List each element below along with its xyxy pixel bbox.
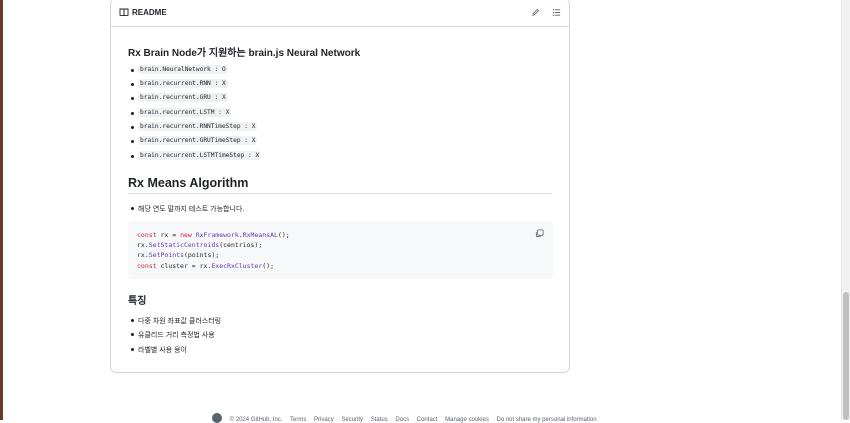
- bullet-dot: [131, 83, 134, 86]
- footer-link-privacy[interactable]: Privacy: [314, 417, 334, 423]
- section-heading-brain: Rx Brain Node가 지원하는 brain.js Neural Netw…: [128, 48, 361, 59]
- heading-divider: [128, 193, 552, 194]
- footer-link-docs[interactable]: Docs: [395, 417, 409, 423]
- list-item: 다중 차원 좌표값 클러스터링: [138, 318, 222, 325]
- list-item: brain.recurrent.GRU : X: [138, 93, 228, 102]
- section-heading-rx-means: Rx Means Algorithm: [128, 176, 249, 190]
- bullet-dot: [131, 155, 134, 158]
- github-logo-icon: [212, 413, 222, 423]
- list-item: 유클리드 거리 측정법 사용: [138, 332, 215, 339]
- list-item: 해당 연도 말까지 테스트 가능합니다.: [138, 206, 245, 213]
- list-item: 라벨별 사용 용이: [138, 347, 187, 354]
- bullet-dot: [131, 333, 134, 336]
- bullet-dot: [131, 348, 134, 351]
- footer-link-cookies[interactable]: Manage cookies: [445, 417, 489, 423]
- bullet-dot: [131, 140, 134, 143]
- page-footer: © 2024 GitHub, Inc. Terms Privacy Securi…: [212, 413, 603, 423]
- footer-link-do-not-share[interactable]: Do not share my personal information: [497, 417, 597, 423]
- bullet-dot: [131, 207, 134, 210]
- list-item: brain.recurrent.RNN : X: [138, 79, 228, 88]
- pencil-icon[interactable]: [531, 8, 540, 17]
- left-edge-strip: [0, 0, 3, 420]
- readme-title: README: [132, 8, 167, 17]
- scrollbar-thumb[interactable]: [843, 292, 849, 420]
- footer-link-terms[interactable]: Terms: [290, 417, 306, 423]
- readme-panel: README rune: 제공 노드가 존재하지 않을 때 값 리턴, 이국 존…: [110, 0, 570, 373]
- code-text: const rx = new RxFramework.RxMeansAL(); …: [137, 231, 290, 270]
- readme-header: README: [111, 0, 569, 27]
- toc-icon[interactable]: [552, 8, 561, 17]
- book-icon: [119, 8, 129, 17]
- bullet-dot: [131, 112, 134, 115]
- list-item: brain.recurrent.LSTM : X: [138, 108, 232, 117]
- code-block: const rx = new RxFramework.RxMeansAL(); …: [128, 221, 553, 279]
- list-item: brain.recurrent.RNNTimeStep : X: [138, 122, 258, 131]
- footer-link-contact[interactable]: Contact: [417, 417, 438, 423]
- bullet-dot: [131, 319, 134, 322]
- footer-copyright: © 2024 GitHub, Inc.: [229, 417, 283, 423]
- bullet-dot: [131, 69, 134, 72]
- copy-icon[interactable]: [535, 229, 544, 238]
- bullet-dot: [131, 126, 134, 129]
- section-heading-features: 특징: [128, 296, 147, 307]
- list-item: brain.recurrent.GRUTimeStep : X: [138, 136, 258, 145]
- footer-link-status[interactable]: Status: [371, 417, 388, 423]
- footer-link-security[interactable]: Security: [341, 417, 363, 423]
- list-item: brain.recurrent.LSTMTimeStep : X: [138, 151, 262, 160]
- list-item: brain.NeuralNetwork : O: [138, 65, 228, 74]
- bullet-dot: [131, 97, 134, 100]
